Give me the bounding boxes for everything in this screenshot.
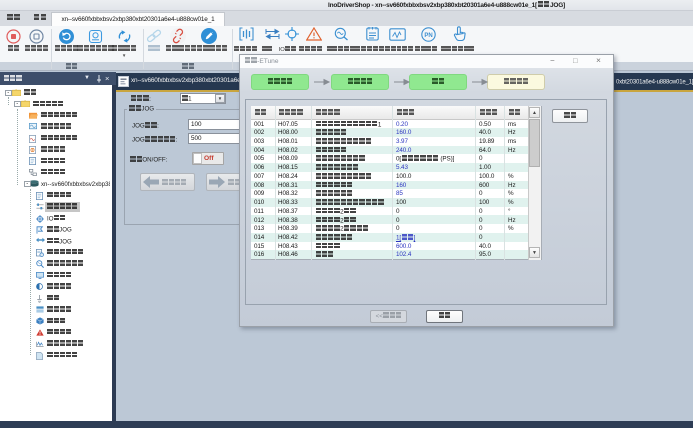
svg-text:PN: PN [424, 33, 432, 39]
